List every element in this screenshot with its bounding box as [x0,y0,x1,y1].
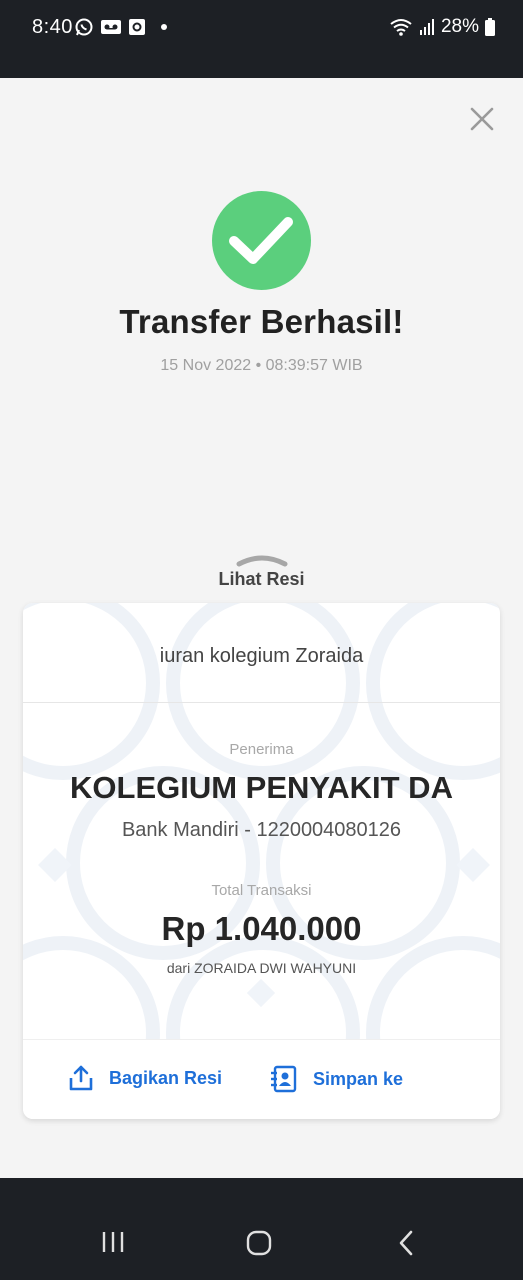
share-receipt-label: Bagikan Resi [109,1067,223,1088]
chevron-up-icon[interactable] [236,552,288,568]
status-bar: 8:40 28% [0,0,523,78]
receipt-card: iuran kolegium Zoraida Penerima KOLEGIUM… [23,603,500,1119]
checkmark-icon [229,217,293,264]
page-title: Transfer Berhasil! [119,303,404,340]
wifi-icon [390,19,412,36]
close-icon[interactable] [469,106,495,132]
voicemail-icon [101,20,121,34]
recipient-bank-account: Bank Mandiri - 1220004080126 [121,819,402,841]
system-status: 28% [389,16,495,38]
recipient-label: Penerima [229,741,294,758]
contact-book-icon [271,1065,297,1093]
share-receipt-button[interactable]: Bagikan Resi [67,1064,222,1092]
receipt-actions: Bagikan Resi Simpan ke [23,1039,500,1119]
recent-apps-icon[interactable] [101,1230,125,1254]
battery-icon [485,18,495,36]
dot-icon [161,24,167,30]
transfer-success-screen: Transfer Berhasil! 15 Nov 2022 • 08:39:5… [0,78,523,1178]
save-to-label: Simpan ke [313,1068,404,1089]
sender-name: dari ZORAIDA DWI WAHYUNI [166,960,357,976]
screenshot-icon [129,19,145,35]
battery-percent: 28% [440,16,479,37]
save-to-button[interactable]: Simpan ke [269,1064,403,1094]
view-receipt-toggle[interactable]: Lihat Resi [0,569,523,590]
notification-icons [74,17,170,37]
recipient-name: KOLEGIUM PENYAKIT DA [70,770,453,805]
success-badge [212,191,311,290]
total-amount: Rp 1.040.000 [161,910,362,947]
transfer-note: iuran kolegium Zoraida [159,645,364,667]
status-time: 8:40 [32,16,73,38]
back-icon[interactable] [396,1230,416,1256]
signal-icon [419,19,434,35]
total-label: Total Transaksi [211,882,312,899]
whatsapp-icon [75,18,93,36]
navigation-bar [0,1178,523,1280]
share-icon [69,1065,93,1091]
divider [23,702,500,703]
transaction-datetime: 15 Nov 2022 • 08:39:57 WIB [160,357,363,374]
home-icon[interactable] [246,1230,272,1256]
